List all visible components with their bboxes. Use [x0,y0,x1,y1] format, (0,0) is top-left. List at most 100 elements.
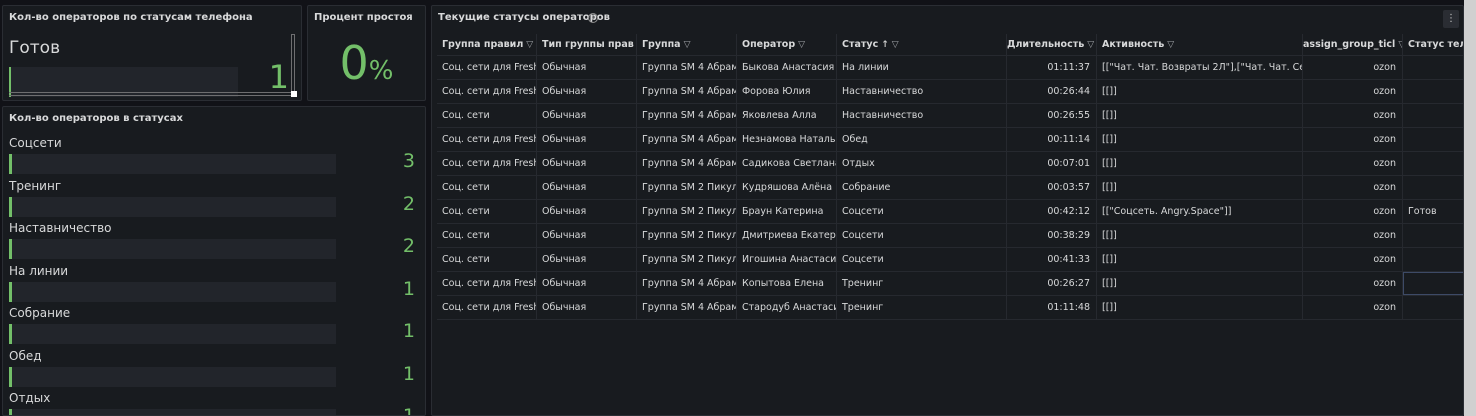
table-cell: Группа SM 4 Абрамс [637,80,737,103]
table-cell: ozon [1303,272,1403,295]
filter-icon[interactable]: ▽ [798,34,805,55]
column-header-label: Оператор [742,39,796,50]
table-row[interactable]: Соц. сети для Fresh Обычная Группа SM 4 Аб… [437,80,1463,104]
bar-gauge-value: 1 [402,320,415,342]
table-cell: ozon [1303,248,1403,271]
percent-number: 0 [339,36,369,90]
filter-icon[interactable]: ▽ [526,34,533,55]
table-row[interactable]: Соц. сети Обычная Группа SM 2 Пикули Кудряш… [437,176,1463,200]
column-header[interactable]: assign_group_ticl▽ [1303,34,1403,55]
column-header[interactable]: Активность ▽ [1097,34,1303,55]
column-header[interactable]: Статус теле [1403,34,1463,55]
table-cell: Соцсети [837,224,1007,247]
filter-icon[interactable]: ▽ [1167,34,1174,55]
table-cell: Группа SM 4 Абрамс [637,104,737,127]
table-cell: Обычная [537,224,637,247]
table-row[interactable]: Соц. сети Обычная Группа SM 2 Пикули Игошин… [437,248,1463,272]
percent-unit: % [368,56,394,86]
table-cell: 01:11:48 [1007,296,1097,319]
table-cell: Соцсети [837,248,1007,271]
table-cell: Обед [837,128,1007,151]
idle-percent-panel: Процент простоя 0% [307,5,426,101]
table-cell: [["Соцсеть. Angry.Space"]] [1097,200,1303,223]
filter-icon[interactable]: ▽ [684,34,691,55]
table-cell: Обычная [537,272,637,295]
column-header[interactable]: Тип группы прав▽ [537,34,637,55]
bar-gauge-row: Тренинг 2 [9,179,419,221]
ellipsis-vertical-icon[interactable]: ⋮ [1443,10,1459,28]
info-icon[interactable]: i [588,13,598,23]
column-header-label: Группа [642,39,681,50]
table-cell: 00:41:33 [1007,248,1097,271]
table-cell: Обычная [537,56,637,79]
table-cell: Соц. сети для Fresh [437,128,537,151]
table-cell: ozon [1303,152,1403,175]
filter-icon[interactable]: ▽ [1087,34,1094,55]
table-cell: Обычная [537,296,637,319]
table-cell: [[]] [1097,248,1303,271]
table-cell [1403,104,1463,127]
column-header[interactable]: Группа ▽ [637,34,737,55]
panel-title: Текущие статусы операторов [438,12,610,23]
column-header[interactable]: Оператор ▽ [737,34,837,55]
table-cell: [[]] [1097,104,1303,127]
table-cell: Незнамова Наталья [737,128,837,151]
bar-gauge-fill [9,154,12,174]
bar-gauge-row: На линии 1 [9,264,419,306]
table-cell: ozon [1303,104,1403,127]
bar-gauge-label: Наставничество [9,221,112,235]
table-row[interactable]: Соц. сети Обычная Группа SM 2 Пикули Браун … [437,200,1463,224]
column-header[interactable]: Статус ↑ ▽ [837,34,1007,55]
column-header[interactable]: Группа правил ▽ [437,34,537,55]
table-cell: ozon [1303,296,1403,319]
vertical-scrollbar[interactable] [291,34,295,94]
table-cell: [[]] [1097,128,1303,151]
table-row[interactable]: Соц. сети для Fresh Обычная Группа SM 4 Аб… [437,56,1463,80]
table-cell: Наставничество [837,104,1007,127]
table-cell: Тренинг [837,272,1007,295]
table-row[interactable]: Соц. сети Обычная Группа SM 2 Пикули Дмитри… [437,224,1463,248]
table-row[interactable]: Соц. сети Обычная Группа SM 4 Абрамс Яковле… [437,104,1463,128]
filter-icon[interactable]: ▽ [892,34,899,55]
table-cell: ozon [1303,128,1403,151]
table-row[interactable]: Соц. сети для Fresh Обычная Группа SM 4 Аб… [437,128,1463,152]
table-cell [1403,248,1463,271]
bar-gauge-label: На линии [9,263,69,278]
sort-ascending-icon[interactable]: ↑ [881,34,889,55]
table-row[interactable]: Соц. сети для Fresh Обычная Группа SM 4 Аб… [437,296,1463,320]
bar-gauge-fill [9,366,12,387]
bar-gauge-value: 2 [402,192,415,215]
panel-title: Кол-во операторов по статусам телефона [9,12,253,23]
table-cell: Дмитриева Екатерин [737,224,837,247]
table-cell: Обычная [537,248,637,271]
column-header-label: assign_group_ticl [1303,39,1396,50]
table-cell: На линии [837,56,1007,79]
table-row[interactable]: Соц. сети для Fresh Обычная Группа SM 4 Аб… [437,152,1463,176]
column-header-label: Статус теле [1408,39,1463,50]
table-cell: Наставничество [837,80,1007,103]
table-cell: 00:42:12 [1007,200,1097,223]
table-cell [1403,152,1463,175]
table-cell: Группа SM 4 Абрамс [637,128,737,151]
bar-gauge-value: 2 [402,235,415,257]
table-cell: ozon [1303,80,1403,103]
resize-handle[interactable] [291,91,297,97]
column-header-label: Тип группы прав [542,39,634,50]
bar-gauge-row: Отдых 1 [9,391,419,415]
table-row[interactable]: Соц. сети для Fresh Обычная Группа SM 4 Аб… [437,272,1463,296]
page-scrollbar[interactable] [1464,0,1476,416]
table-cell: 00:03:57 [1007,176,1097,199]
bar-gauge-label: Тренинг [9,178,62,193]
bar-gauge-track [9,324,336,344]
bar-gauge-fill [9,409,12,415]
column-header[interactable]: Длительность ▽ [1007,34,1097,55]
table-cell: Обычная [537,152,637,175]
bar-gauge-track [9,239,336,259]
horizontal-scrollbar[interactable] [9,92,293,96]
table-cell: Обычная [537,104,637,127]
table-cell: Отдых [837,152,1007,175]
table-cell: [[]] [1097,296,1303,319]
bar-gauge-track [9,281,336,302]
table-cell: Соц. сети [437,224,537,247]
table-cell: Соцсети [837,200,1007,223]
